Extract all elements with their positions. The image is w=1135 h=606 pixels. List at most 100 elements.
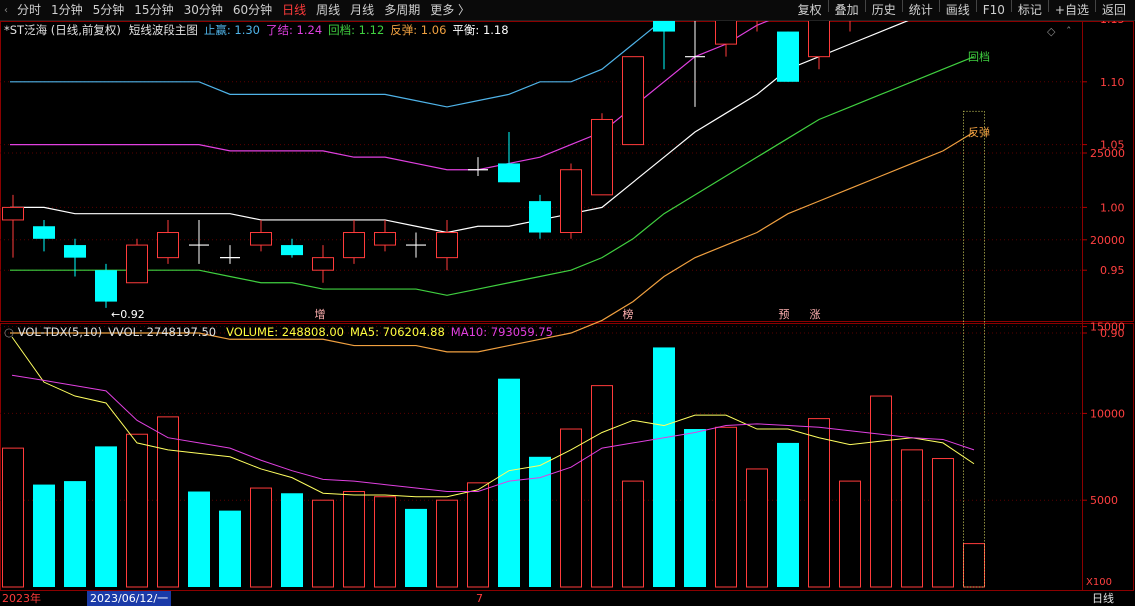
chevron-left-icon[interactable]: ‹ <box>0 5 12 16</box>
ma10-value: MA10: 793059.75 <box>451 325 553 339</box>
price-legend: *ST泛海 (日线,前复权) 短线波段主图 止赢: 1.30 了结: 1.24 回档: … <box>4 23 509 37</box>
period-tab-1[interactable]: 1分钟 <box>46 0 88 21</box>
volume-bar-down <box>653 347 675 587</box>
period-tab-2[interactable]: 5分钟 <box>88 0 130 21</box>
period-tab-list: 分时 1分钟 5分钟 15分钟 30分钟 60分钟 日线 周线 月线 多周期 更多 〉 <box>12 0 475 21</box>
volume-tick-label: 5000 <box>1090 494 1118 507</box>
event-marker: 榜 <box>623 307 634 321</box>
volume-bar-up <box>963 543 985 588</box>
candle-body-up <box>126 244 148 284</box>
toolbar-button-3[interactable]: 统计 <box>904 0 938 21</box>
band-line-fantan <box>10 131 975 353</box>
period-tab-8[interactable]: 月线 <box>345 0 379 21</box>
diamond-icon: ◇ <box>1047 25 1056 38</box>
price-tick-label: 1.00 <box>1100 201 1125 214</box>
volume-bar-down <box>95 446 117 587</box>
event-marker: 预 <box>779 308 790 321</box>
period-tab-0[interactable]: 分时 <box>12 0 46 21</box>
volume-bar-up <box>374 496 396 588</box>
bottom-timeline: 2023年 2023/06/12/一 7 日线 <box>0 591 1135 606</box>
toolbar-divider <box>975 0 977 12</box>
volume-bar-up <box>932 458 954 588</box>
volume-bar-down <box>498 378 520 587</box>
candle-body-up <box>312 257 334 271</box>
toolbar-divider <box>864 0 866 12</box>
toolbar-button-5[interactable]: F10 <box>978 0 1010 21</box>
period-tab-6[interactable]: 日线 <box>277 0 311 21</box>
volume-tick-label: 15000 <box>1090 321 1125 334</box>
candle-body-up <box>591 118 613 196</box>
volume-bar-down <box>405 508 427 587</box>
candle-body-down <box>529 201 551 233</box>
toolbar-divider <box>1094 0 1096 12</box>
period-tab-10[interactable]: 更多 〉 <box>425 0 475 21</box>
price-tick-label: 1.10 <box>1100 76 1125 89</box>
band-label-fantan: 反弹 <box>968 125 990 139</box>
ma5-value: MA5: 706204.88 <box>350 325 445 339</box>
candle-body-up <box>157 232 179 259</box>
volume-bar-up <box>591 385 613 588</box>
toolbar-divider <box>1010 0 1012 12</box>
kline-chart[interactable]: 1.301.251.201.151.101.051.000.950.902500… <box>0 21 1135 591</box>
candle-body-up <box>374 232 396 246</box>
indicator-name: 短线波段主图 <box>129 23 198 37</box>
volume-legend: ○ VOL-TDX(5,10) VVOL: 2748197.50 VOLUME: 2… <box>4 325 553 339</box>
volume-bar-down <box>188 491 210 587</box>
toolbar-divider <box>901 0 903 12</box>
toolbar-button-1[interactable]: 叠加 <box>830 0 864 21</box>
volume-bar-up <box>2 447 24 588</box>
period-tab-5[interactable]: 60分钟 <box>228 0 277 21</box>
period-tab-4[interactable]: 30分钟 <box>179 0 228 21</box>
candle-body-up <box>250 232 272 246</box>
toolbar-actions: 复权 叠加 历史 统计 画线 F10 标记 +自选 返回 <box>793 0 1131 21</box>
period-label[interactable]: 日线 <box>1092 591 1114 606</box>
legend-item-2: 回档: 1.12 <box>328 23 384 37</box>
toolbar-button-7[interactable]: +自选 <box>1050 0 1094 21</box>
volume-bar-up <box>560 428 582 588</box>
volume-bar-down <box>33 484 55 587</box>
toolbar: ‹ 分时 1分钟 5分钟 15分钟 30分钟 60分钟 日线 周线 月线 多周期 更多 〉 复权 叠加… <box>0 0 1135 21</box>
action-button-list: 复权 叠加 历史 统计 画线 F10 标记 +自选 返回 <box>793 0 1131 21</box>
volume-bar-up <box>808 418 830 588</box>
period-tab-3[interactable]: 15分钟 <box>129 0 178 21</box>
period-tab-7[interactable]: 周线 <box>311 0 345 21</box>
legend-item-1: 了结: 1.24 <box>266 23 322 37</box>
volume-value: VOLUME: 248808.00 <box>226 325 344 339</box>
volume-bar-down <box>219 510 241 587</box>
candle-body-down <box>281 245 303 256</box>
year-label: 2023年 <box>2 592 41 605</box>
volume-tick-label: 10000 <box>1090 407 1125 420</box>
cursor-date-label: 2023/06/12/一 <box>87 591 172 606</box>
volume-bar-down <box>684 429 706 587</box>
volume-bar-up <box>250 487 272 588</box>
volume-bar-up <box>436 499 458 588</box>
period-tab-9[interactable]: 多周期 <box>379 0 425 21</box>
volume-bar-up <box>343 491 365 588</box>
chevron-up-icon: ˆ <box>1066 25 1072 38</box>
toolbar-button-6[interactable]: 标记 <box>1013 0 1047 21</box>
candle-body-up <box>2 206 24 221</box>
toolbar-button-4[interactable]: 画线 <box>941 0 975 21</box>
candle-body-up <box>808 21 830 58</box>
volume-bar-down <box>64 481 86 587</box>
volume-bar-up <box>746 468 768 588</box>
circle-icon: ○ <box>4 325 18 339</box>
volume-bar-down <box>777 442 799 587</box>
toolbar-button-2[interactable]: 历史 <box>867 0 901 21</box>
volume-bar-up <box>126 433 148 588</box>
candle-body-up <box>715 21 737 45</box>
toolbar-button-8[interactable]: 返回 <box>1097 0 1131 21</box>
candle-body-up <box>436 232 458 259</box>
volume-bar-up <box>839 480 861 588</box>
volume-tick-label: 25000 <box>1090 147 1125 160</box>
legend-item-0: 止赢: 1.30 <box>204 23 260 37</box>
volume-bar-up <box>467 482 489 588</box>
candle-body-down <box>33 226 55 239</box>
candle-body-up <box>560 169 582 234</box>
toolbar-divider <box>1047 0 1049 12</box>
price-tick-label: 0.95 <box>1100 264 1125 277</box>
volume-bar-up <box>312 499 334 588</box>
toolbar-button-0[interactable]: 复权 <box>793 0 827 21</box>
volume-bar-up <box>157 416 179 588</box>
volume-bar-down <box>281 493 303 587</box>
